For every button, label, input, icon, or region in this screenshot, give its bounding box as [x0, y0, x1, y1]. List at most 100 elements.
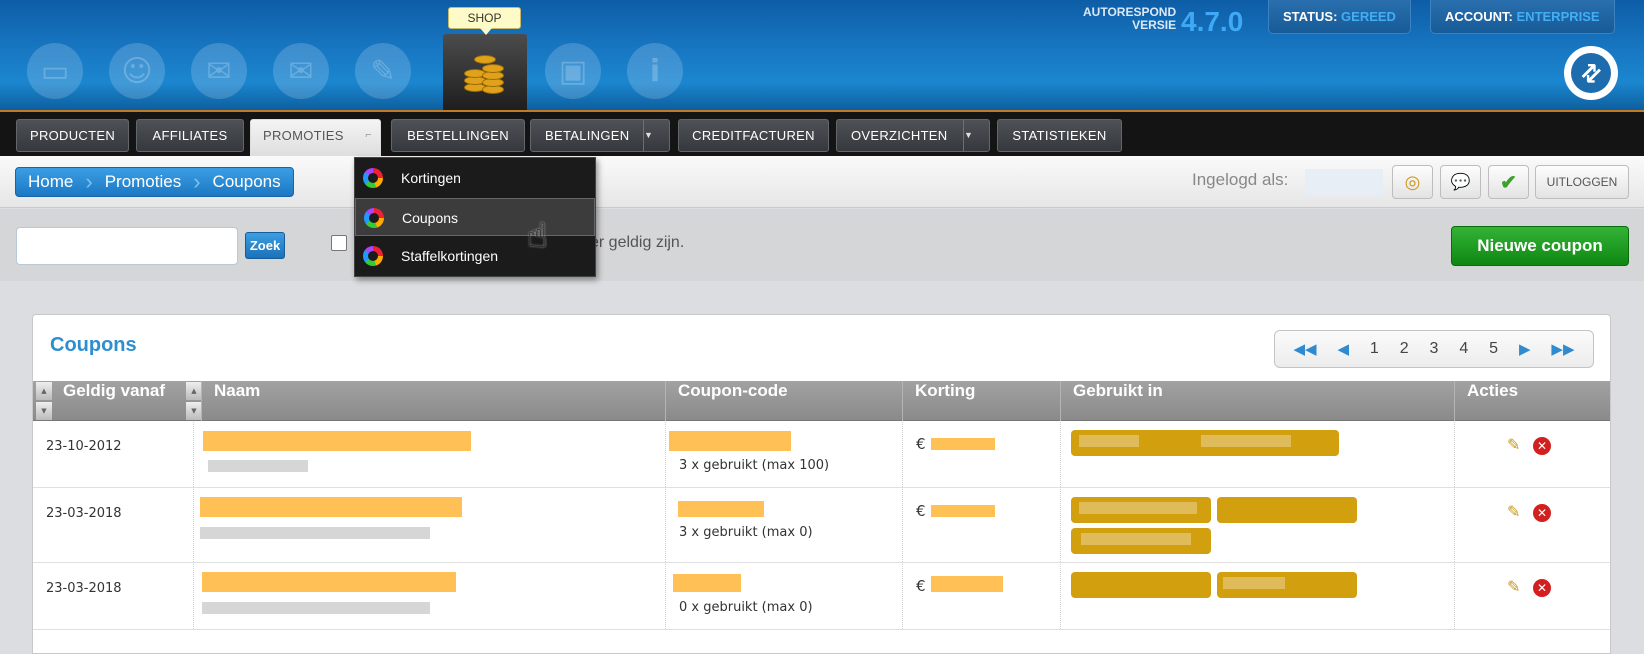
page-4[interactable]: 4: [1459, 340, 1468, 358]
nav-betalingen[interactable]: BETALINGEN ▼: [530, 119, 670, 152]
page-5[interactable]: 5: [1489, 340, 1498, 358]
product-tag[interactable]: [1071, 430, 1339, 456]
edit-icon[interactable]: ✎: [1507, 436, 1527, 456]
col-naam[interactable]: Naam: [201, 381, 260, 421]
valid-only-checkbox[interactable]: [331, 235, 347, 251]
redacted-amount: [931, 438, 995, 450]
nav-producten[interactable]: PRODUCTEN: [16, 119, 129, 152]
chat-button[interactable]: 💬: [1440, 165, 1481, 199]
redacted-name: [202, 572, 456, 592]
used-in-cell: [1060, 564, 1454, 629]
name-cell: [193, 564, 665, 629]
redacted-name: [200, 497, 462, 517]
app-header: ▭ ☺ ✉ ✉ ✎ SHOP ▣ i AUTORESPOND VERSIE 4.…: [0, 0, 1644, 110]
col-geldig-vanaf[interactable]: Geldig vanaf: [51, 381, 165, 421]
table-row[interactable]: 23-03-2018 0 x gebruikt (max 0) € ✎ ✕: [33, 564, 1610, 630]
page-3[interactable]: 3: [1430, 340, 1439, 358]
product-tag[interactable]: [1217, 497, 1357, 523]
floppy-disk-icon[interactable]: ▣: [540, 38, 606, 104]
filter-bar: Zoek er geldig zijn. Nieuwe coupon: [0, 209, 1644, 281]
nav-bestellingen[interactable]: BESTELLINGEN: [391, 119, 525, 152]
document-pen-icon[interactable]: ✎: [350, 38, 416, 104]
nav-statistieken[interactable]: STATISTIEKEN: [997, 119, 1122, 152]
pagination: ◀◀ ◀ 1 2 3 4 5 ▶ ▶▶: [1274, 330, 1594, 368]
breadcrumb-home[interactable]: Home: [16, 168, 85, 196]
redacted-code: [673, 574, 741, 592]
product-tag[interactable]: [1071, 497, 1211, 523]
autorespond-logo[interactable]: ⇄: [1562, 44, 1620, 102]
panel-title: Coupons: [50, 334, 137, 356]
logout-button[interactable]: UITLOGGEN: [1535, 165, 1629, 199]
page-2[interactable]: 2: [1400, 340, 1409, 358]
breadcrumb-bar: Home › Promoties › Coupons Ingelogd als:…: [0, 156, 1644, 208]
breadcrumb-coupons[interactable]: Coupons: [201, 168, 293, 196]
prev-page-icon[interactable]: ◀: [1337, 340, 1349, 358]
chat-icon[interactable]: ✉: [186, 38, 252, 104]
coins-icon: [460, 49, 510, 95]
status-badge: STATUS: GEREED: [1268, 0, 1411, 34]
nav-overzichten-label: OVERZICHTEN: [851, 128, 948, 143]
currency-symbol: €: [916, 435, 926, 453]
envelope-icon[interactable]: ✉: [268, 38, 334, 104]
chevron-down-icon[interactable]: ▼: [643, 120, 669, 151]
used-in-cell: [1060, 489, 1454, 562]
user-icon[interactable]: ☺: [104, 38, 170, 104]
page-1[interactable]: 1: [1370, 340, 1379, 358]
col-gebruikt-in[interactable]: Gebruikt in: [1060, 381, 1163, 421]
new-coupon-button[interactable]: Nieuwe coupon: [1451, 226, 1629, 266]
version-block: AUTORESPOND VERSIE 4.7.0: [1083, 6, 1243, 38]
shop-tooltip: SHOP: [448, 7, 521, 35]
edit-icon[interactable]: ✎: [1507, 578, 1527, 598]
next-page-icon[interactable]: ▶: [1519, 340, 1531, 358]
chevron-down-icon[interactable]: ▼: [963, 120, 989, 151]
discount-cell: €: [902, 489, 1060, 562]
version-number: 4.7.0: [1181, 6, 1244, 37]
redacted-subtitle: [202, 602, 430, 614]
menu-item-kortingen[interactable]: Kortingen: [355, 159, 595, 197]
edit-icon[interactable]: ✎: [1507, 503, 1527, 523]
sort-up-icon[interactable]: ▲: [36, 382, 52, 400]
dropdown-toggle-icon[interactable]: ⌐: [365, 120, 372, 151]
info-icon[interactable]: i: [622, 38, 688, 104]
sort-buttons[interactable]: ▲ ▼: [36, 382, 52, 420]
menu-item-staffelkortingen[interactable]: Staffelkortingen: [355, 237, 595, 275]
sort-down-icon[interactable]: ▼: [186, 402, 202, 420]
version-label-2: VERSIE: [1132, 18, 1177, 32]
logged-in-user: [1305, 169, 1383, 195]
sort-down-icon[interactable]: ▼: [36, 402, 52, 420]
first-page-icon[interactable]: ◀◀: [1293, 340, 1316, 358]
nav-promoties[interactable]: PROMOTIES ⌐: [250, 119, 381, 160]
col-acties[interactable]: Acties: [1454, 381, 1518, 421]
speech-bubble-icon: 💬: [1450, 174, 1471, 191]
breadcrumb-promoties[interactable]: Promoties: [93, 168, 194, 196]
coins-icon: ◎: [1404, 171, 1421, 192]
nav-overzichten[interactable]: OVERZICHTEN ▼: [836, 119, 990, 152]
currency-symbol: €: [916, 502, 926, 520]
delete-icon[interactable]: ✕: [1533, 579, 1551, 597]
nav-affiliates[interactable]: AFFILIATES: [136, 119, 244, 152]
shop-tab[interactable]: [443, 34, 527, 110]
search-button[interactable]: Zoek: [245, 232, 285, 259]
table-row[interactable]: 23-03-2018 3 x gebruikt (max 0) € ✎ ✕: [33, 489, 1610, 563]
col-coupon-code[interactable]: Coupon-code: [665, 381, 788, 421]
checkmark-icon: ✔: [1500, 171, 1517, 194]
col-korting[interactable]: Korting: [902, 381, 975, 421]
delete-icon[interactable]: ✕: [1533, 504, 1551, 522]
menu-item-coupons[interactable]: Coupons: [355, 198, 595, 236]
sort-buttons[interactable]: ▲ ▼: [186, 382, 202, 420]
sort-up-icon[interactable]: ▲: [186, 382, 202, 400]
table-row[interactable]: 23-10-2012 3 x gebruikt (max 100) € ✎ ✕: [33, 422, 1610, 488]
nav-creditfacturen[interactable]: CREDITFACTUREN: [678, 119, 829, 152]
delete-icon[interactable]: ✕: [1533, 437, 1551, 455]
check-button[interactable]: ✔: [1488, 165, 1529, 199]
name-cell: [193, 422, 665, 487]
product-tag[interactable]: [1071, 528, 1211, 554]
breadcrumb-separator-icon: ›: [193, 169, 201, 194]
usage-count: 3 x gebruikt (max 0): [679, 525, 813, 540]
monitor-icon[interactable]: ▭: [22, 38, 88, 104]
coins-button[interactable]: ◎: [1392, 165, 1433, 199]
product-tag[interactable]: [1217, 572, 1357, 598]
search-input[interactable]: [16, 227, 238, 265]
product-tag[interactable]: [1071, 572, 1211, 598]
last-page-icon[interactable]: ▶▶: [1551, 340, 1574, 358]
